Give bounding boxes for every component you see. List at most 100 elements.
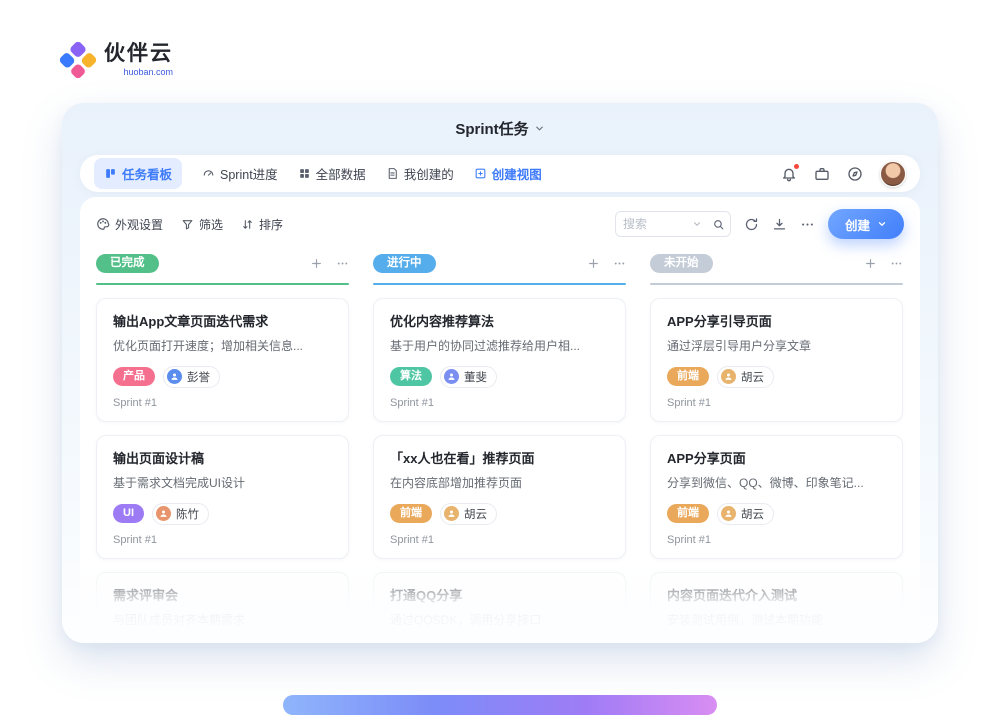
tab-label: 全部数据 [316,164,366,183]
task-card[interactable]: 输出页面设计稿 基于需求文档完成UI设计 UI 陈竹 Sprint #1 [96,435,349,559]
column-status-badge: 已完成 [96,254,159,274]
sort-button[interactable]: 排序 [241,216,283,233]
card-title: 优化内容推荐算法 [390,313,609,331]
add-card-button[interactable] [587,257,600,270]
assignee-name: 董斐 [464,369,487,385]
assignee-name: 陈竹 [176,506,199,522]
toolbar-right-group: 创建 [615,209,904,239]
kanban-column-not-started: 未开始 APP分享引导页面 通过浮层引导用户分享文章 前端 [650,253,903,637]
more-options-button[interactable] [800,217,815,232]
card-title: 「xx人也在看」推荐页面 [390,450,609,468]
help-compass-button[interactable] [847,166,863,182]
notifications-button[interactable] [781,166,797,182]
bottom-gradient-decoration [283,695,717,715]
card-description: 与团队成员对齐本期需求 [113,612,332,629]
kanban-icon [104,167,117,180]
card-description: 通过QQSDK，调用分享接口 [390,612,609,629]
task-card[interactable]: APP分享引导页面 通过浮层引导用户分享文章 前端 胡云 Sprint #1 [650,298,903,422]
card-title: 输出页面设计稿 [113,450,332,468]
chevron-down-icon [534,123,545,134]
card-description: 在内容底部增加推荐页面 [390,475,609,492]
filter-button[interactable]: 筛选 [181,216,223,233]
tab-all-data[interactable]: 全部数据 [298,164,366,183]
task-card[interactable]: 「xx人也在看」推荐页面 在内容底部增加推荐页面 前端 胡云 Sprint #1 [373,435,626,559]
avatar [444,506,459,521]
tab-created-by-me[interactable]: 我创建的 [386,164,454,183]
notification-dot [794,164,799,169]
add-card-button[interactable] [310,257,323,270]
column-underline [650,283,903,285]
column-underline [373,283,626,285]
tab-label: 我创建的 [404,164,454,183]
card-title: 需求评审会 [113,587,332,605]
task-card[interactable]: 打通QQ分享 通过QQSDK，调用分享接口 后端 吴康年 [373,572,626,637]
board-toolbar: 外观设置 筛选 排序 [96,209,904,239]
sort-arrows-icon [241,218,254,231]
card-description: 基于需求文档完成UI设计 [113,475,332,492]
task-card[interactable]: 输出App文章页面迭代需求 优化页面打开速度；增加相关信息... 产品 彭誉 S… [96,298,349,422]
task-card[interactable]: 需求评审会 与团队成员对齐本期需求 产品 彭誉 [96,572,349,637]
appearance-settings-label: 外观设置 [115,216,163,233]
search-scope-chevron-icon[interactable] [692,219,702,229]
board-content-panel: 外观设置 筛选 排序 [80,197,920,637]
assignee-name: 胡云 [741,506,764,522]
task-card[interactable]: 优化内容推荐算法 基于用户的协同过滤推荐给用户相... 算法 董斐 Sprint… [373,298,626,422]
workspace-box-button[interactable] [814,166,830,182]
document-icon [386,167,399,180]
refresh-button[interactable] [744,217,759,232]
search-icon[interactable] [712,218,725,231]
brand-logo: 伙伴云 huoban.com [64,42,173,77]
create-button[interactable]: 创建 [828,209,904,239]
search-box[interactable] [615,211,731,237]
sprint-label: Sprint #1 [667,396,886,411]
column-status-badge: 进行中 [373,254,436,274]
add-view-icon [474,167,487,180]
task-card[interactable]: APP分享页面 分享到微信、QQ、微博、印象笔记... 前端 胡云 Sprint… [650,435,903,559]
sprint-label: Sprint #1 [113,533,332,548]
column-more-button[interactable] [890,257,903,270]
sort-label: 排序 [259,216,283,233]
assignee-chip: 董斐 [440,366,497,388]
add-card-button[interactable] [864,257,877,270]
avatar [721,506,736,521]
task-card[interactable]: 内容页面迭代介入测试 安装测试用例，测试本期功能 测试 段炎 [650,572,903,637]
search-input[interactable] [623,217,687,231]
grid-icon [298,167,311,180]
card-description: 分享到微信、QQ、微博、印象笔记... [667,475,886,492]
tag-badge: 前端 [667,504,709,523]
column-more-button[interactable] [336,257,349,270]
briefcase-icon [814,166,830,182]
tab-sprint-progress[interactable]: Sprint进度 [202,164,278,183]
ellipsis-icon [890,257,903,270]
ellipsis-icon [613,257,626,270]
filter-label: 筛选 [199,216,223,233]
compass-icon [847,166,863,182]
sync-icon [744,217,759,232]
download-button[interactable] [772,217,787,232]
kanban-column-in-progress: 进行中 优化内容推荐算法 基于用户的协同过滤推荐给用户相... 算法 [373,253,626,637]
plus-icon [310,257,323,270]
assignee-chip: 胡云 [440,503,497,525]
tag-badge: 产品 [113,367,155,386]
tab-label: Sprint进度 [220,164,278,183]
assignee-name: 胡云 [464,506,487,522]
assignee-chip: 胡云 [717,366,774,388]
assignee-chip: 胡云 [717,503,774,525]
assignee-name: 彭誉 [187,369,210,385]
tab-create-view[interactable]: 创建视图 [474,164,542,183]
tag-badge: 算法 [390,367,432,386]
chevron-down-icon [877,219,887,229]
tab-label: 创建视图 [492,164,542,183]
view-title-row[interactable]: Sprint任务 [62,118,938,139]
avatar [444,369,459,384]
sprint-label: Sprint #1 [113,396,332,411]
avatar [721,369,736,384]
column-more-button[interactable] [613,257,626,270]
tab-task-board[interactable]: 任务看板 [94,158,182,189]
appearance-settings-button[interactable]: 外观设置 [96,216,163,233]
card-title: 打通QQ分享 [390,587,609,605]
user-avatar[interactable] [880,161,906,187]
plus-icon [864,257,877,270]
plus-icon [587,257,600,270]
tag-badge: 前端 [390,504,432,523]
